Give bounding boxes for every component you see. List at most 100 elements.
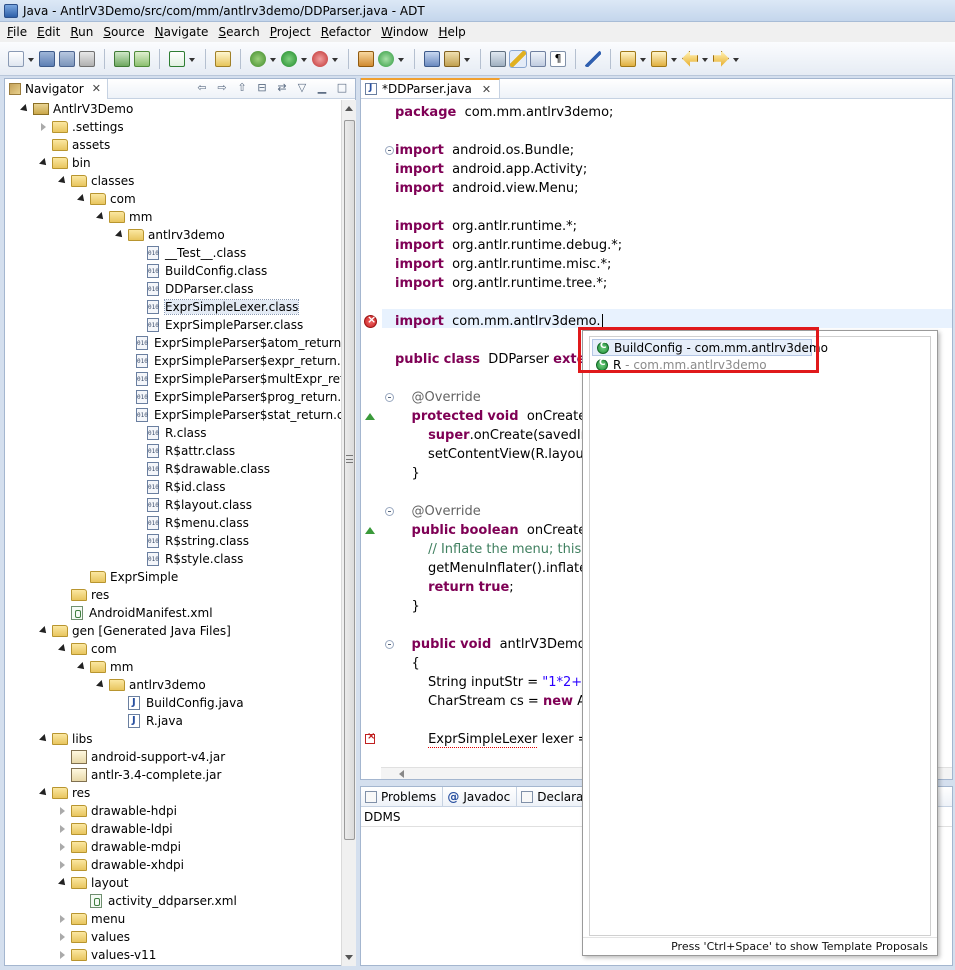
show-whitespace-icon[interactable]: ¶ bbox=[550, 50, 566, 67]
mark-occurrences-icon[interactable] bbox=[509, 49, 527, 68]
fold-collapse-icon[interactable] bbox=[385, 640, 394, 649]
tree-item[interactable]: ExprSimpleParser$stat_return.clas bbox=[5, 406, 341, 424]
next-annotation-dropdown-icon[interactable] bbox=[640, 51, 647, 67]
error-quickfix-icon[interactable] bbox=[365, 731, 375, 744]
tree-item[interactable]: .settings bbox=[5, 118, 341, 136]
tree-item[interactable]: R$layout.class bbox=[5, 496, 341, 514]
back-arrow-icon[interactable] bbox=[682, 50, 698, 67]
code-line[interactable]: return true; bbox=[395, 578, 514, 597]
tree-item[interactable]: mm bbox=[5, 658, 341, 676]
new-java-package-icon[interactable] bbox=[358, 50, 374, 67]
menu-run[interactable]: Run bbox=[65, 22, 98, 42]
expanded-arrow-icon[interactable] bbox=[57, 878, 68, 889]
expanded-arrow-icon[interactable] bbox=[57, 644, 68, 655]
previous-annotation-dropdown-icon[interactable] bbox=[671, 51, 678, 67]
code-line[interactable]: import org.antlr.runtime.tree.*; bbox=[395, 274, 607, 293]
scroll-up-icon[interactable] bbox=[345, 106, 353, 111]
menu-source[interactable]: Source bbox=[98, 22, 149, 42]
expanded-arrow-icon[interactable] bbox=[95, 680, 106, 691]
editor-ruler[interactable] bbox=[361, 100, 381, 768]
tree-item[interactable]: R.class bbox=[5, 424, 341, 442]
scrollbar-thumb[interactable] bbox=[344, 120, 355, 840]
tree-item[interactable]: antlrv3demo bbox=[5, 676, 341, 694]
menu-file[interactable]: File bbox=[2, 22, 32, 42]
expanded-arrow-icon[interactable] bbox=[114, 230, 125, 241]
run-dropdown-icon[interactable] bbox=[301, 51, 308, 67]
code-line[interactable]: } bbox=[395, 464, 420, 483]
android-sdk-manager-icon[interactable] bbox=[114, 50, 130, 67]
expanded-arrow-icon[interactable] bbox=[38, 626, 49, 637]
tree-item[interactable]: R$string.class bbox=[5, 532, 341, 550]
tree-item[interactable]: android-support-v4.jar bbox=[5, 748, 341, 766]
tree-item[interactable]: R$style.class bbox=[5, 550, 341, 568]
tree-item[interactable]: res bbox=[5, 586, 341, 604]
maximize-icon[interactable]: □ bbox=[335, 81, 349, 95]
back-icon[interactable]: ⇦ bbox=[195, 81, 209, 95]
code-line[interactable]: } bbox=[395, 597, 420, 616]
tree-item[interactable]: values bbox=[5, 928, 341, 946]
previous-annotation-icon[interactable] bbox=[651, 50, 667, 67]
forward-icon[interactable]: ⇨ bbox=[215, 81, 229, 95]
tree-item[interactable]: ExprSimpleParser$prog_return.cla bbox=[5, 388, 341, 406]
tree-item[interactable]: ExprSimpleParser$atom_return.cl bbox=[5, 334, 341, 352]
debug-dropdown-icon[interactable] bbox=[270, 51, 277, 67]
toggle-ant-mark-icon[interactable] bbox=[490, 50, 506, 67]
tree-item[interactable]: R$id.class bbox=[5, 478, 341, 496]
tree-item[interactable]: ExprSimple bbox=[5, 568, 341, 586]
next-annotation-icon[interactable] bbox=[620, 50, 636, 67]
tree-item[interactable]: menu bbox=[5, 910, 341, 928]
tree-item[interactable]: R.java bbox=[5, 712, 341, 730]
fold-collapse-icon[interactable] bbox=[385, 393, 394, 402]
code-line[interactable]: getMenuInflater().inflate(R bbox=[395, 559, 601, 578]
new-dropdown-icon[interactable] bbox=[28, 51, 35, 67]
code-line[interactable]: public boolean onCreateO bbox=[395, 521, 597, 540]
tree-item[interactable]: ExprSimpleParser$expr_return.cla bbox=[5, 352, 341, 370]
tree-item[interactable]: layout bbox=[5, 874, 341, 892]
back-dropdown-icon[interactable] bbox=[702, 51, 709, 67]
tree-item[interactable]: classes bbox=[5, 172, 341, 190]
collapsed-arrow-icon[interactable] bbox=[57, 914, 68, 925]
collapsed-arrow-icon[interactable] bbox=[57, 806, 68, 817]
tree-item[interactable]: gen [Generated Java Files] bbox=[5, 622, 341, 640]
tree-item[interactable]: antlr-3.4-complete.jar bbox=[5, 766, 341, 784]
collapsed-arrow-icon[interactable] bbox=[57, 824, 68, 835]
menu-help[interactable]: Help bbox=[433, 22, 470, 42]
external-tools-icon[interactable] bbox=[312, 50, 328, 67]
tree-item[interactable]: R$drawable.class bbox=[5, 460, 341, 478]
fold-collapse-icon[interactable] bbox=[385, 507, 394, 516]
up-icon[interactable]: ⇧ bbox=[235, 81, 249, 95]
save-all-icon[interactable] bbox=[59, 50, 75, 67]
expanded-arrow-icon[interactable] bbox=[95, 212, 106, 223]
collapsed-arrow-icon[interactable] bbox=[57, 860, 68, 871]
override-marker-icon[interactable] bbox=[365, 527, 375, 534]
navigator-tree[interactable]: AntlrV3Demo .settings assets bin classes com m… bbox=[5, 100, 341, 966]
search-icon[interactable] bbox=[444, 50, 460, 67]
expanded-arrow-icon[interactable] bbox=[76, 194, 87, 205]
menu-navigate[interactable]: Navigate bbox=[150, 22, 214, 42]
debug-icon[interactable] bbox=[250, 50, 266, 67]
code-line[interactable]: { bbox=[395, 654, 420, 673]
print-icon[interactable] bbox=[79, 50, 95, 67]
expanded-arrow-icon[interactable] bbox=[57, 176, 68, 187]
checkbox-lint-icon[interactable] bbox=[169, 50, 185, 67]
expanded-arrow-icon[interactable] bbox=[38, 734, 49, 745]
code-line[interactable]: protected void onCreate(B bbox=[395, 407, 601, 426]
code-line[interactable]: setContentView(R.layout. bbox=[395, 445, 593, 464]
tree-item[interactable]: R$menu.class bbox=[5, 514, 341, 532]
code-line[interactable]: package com.mm.antlrv3demo; bbox=[395, 103, 613, 122]
tab-javadoc[interactable]: @ Javadoc bbox=[443, 787, 518, 807]
tree-item[interactable]: drawable-ldpi bbox=[5, 820, 341, 838]
code-line[interactable]: import android.app.Activity; bbox=[395, 160, 587, 179]
open-type-icon[interactable] bbox=[424, 50, 440, 67]
collapsed-arrow-icon[interactable] bbox=[57, 932, 68, 943]
tree-item[interactable]: drawable-hdpi bbox=[5, 802, 341, 820]
code-line[interactable]: import android.view.Menu; bbox=[395, 179, 579, 198]
tree-item[interactable]: drawable-mdpi bbox=[5, 838, 341, 856]
code-line[interactable]: @Override bbox=[395, 388, 481, 407]
code-line[interactable]: // Inflate the menu; this a bbox=[395, 540, 593, 559]
new-android-project-icon[interactable] bbox=[215, 50, 231, 67]
navigator-scrollbar[interactable] bbox=[341, 100, 356, 966]
tree-item[interactable]: libs bbox=[5, 730, 341, 748]
tree-item[interactable]: BuildConfig.java bbox=[5, 694, 341, 712]
expanded-arrow-icon[interactable] bbox=[38, 158, 49, 169]
